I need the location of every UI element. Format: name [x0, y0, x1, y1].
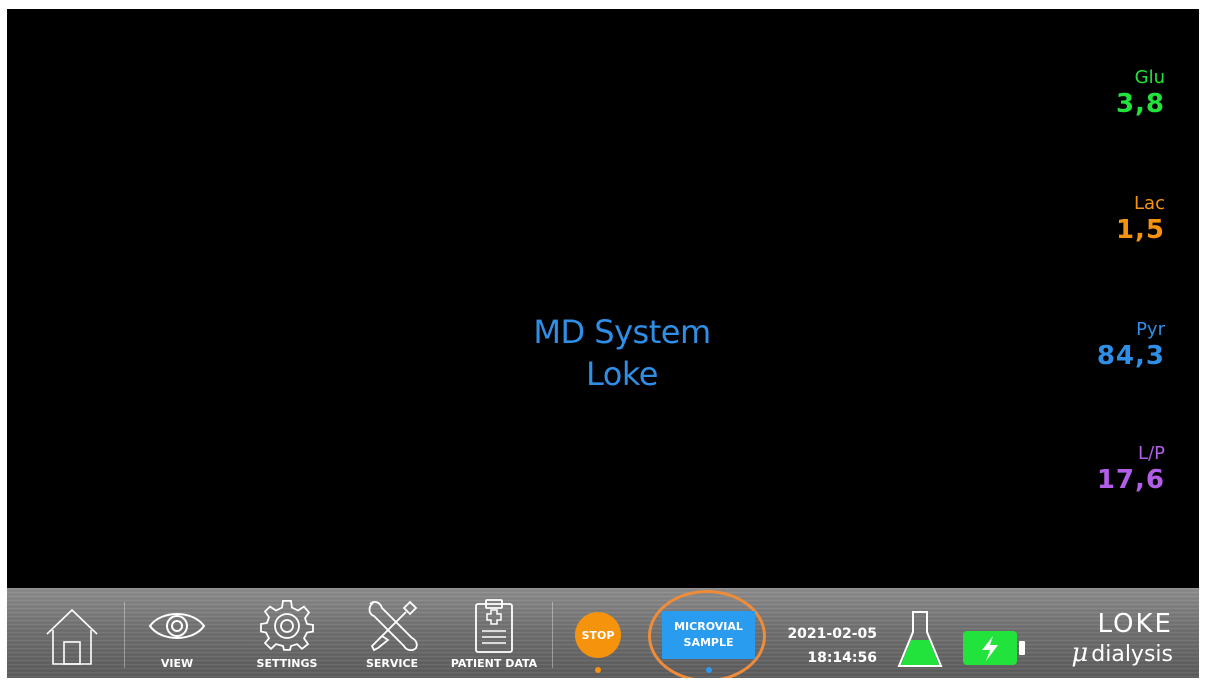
patient-data-button[interactable]: PATIENT DATA [444, 588, 544, 678]
logo-dialysis: dialysis [1091, 642, 1173, 667]
microvial-sample-button[interactable]: MICROVIAL SAMPLE [662, 611, 755, 659]
readout-lp-value: 17,6 [1096, 465, 1165, 495]
microvial-indicator-dot [706, 667, 712, 673]
main-screen: MD System Loke Glu 3,8 Lac 1,5 Pyr 84,3 … [7, 9, 1199, 678]
readout-lac-label: Lac [1134, 193, 1165, 214]
readout-glu-label: Glu [1134, 67, 1165, 88]
readout-lp: L/P 17,6 [1045, 443, 1165, 495]
readout-lp-label: L/P [1138, 443, 1165, 464]
logo-tagline: μ dialysis [1033, 638, 1173, 670]
flask-icon [897, 611, 943, 667]
home-button[interactable] [37, 588, 107, 678]
flask-status[interactable] [895, 588, 945, 678]
home-icon [46, 608, 98, 665]
stop-label: STOP [581, 628, 615, 642]
settings-label: SETTINGS [256, 657, 318, 670]
time-display: 18:14:56 [807, 650, 877, 666]
settings-button[interactable]: SETTINGS [242, 588, 332, 678]
datetime-display: 2021-02-05 18:14:56 [777, 622, 877, 670]
tools-icon [368, 600, 418, 652]
toolbar-separator [124, 602, 125, 668]
view-label: VIEW [160, 657, 194, 670]
battery-charging-icon [963, 631, 1025, 665]
service-button[interactable]: SERVICE [352, 588, 432, 678]
bottom-toolbar: VIEW SETTINGS SERVICE PATIENT DATA STOP … [7, 588, 1199, 678]
microvial-label-line1: MICROVIAL [674, 620, 743, 633]
battery-status [962, 588, 1032, 678]
toolbar-separator [552, 602, 553, 668]
patient-data-label: PATIENT DATA [450, 657, 538, 670]
readout-lac-value: 1,5 [1115, 215, 1165, 245]
readout-glu: Glu 3,8 [1045, 67, 1165, 119]
readout-pyr: Pyr 84,3 [1045, 319, 1165, 371]
microvial-label-line2: SAMPLE [683, 636, 734, 649]
stop-indicator-dot [595, 667, 601, 673]
logo-brand: LOKE [1097, 609, 1173, 639]
system-title: MD System Loke [7, 311, 1199, 395]
logo-mu-symbol: μ [1071, 638, 1089, 668]
service-label: SERVICE [365, 657, 419, 670]
readout-pyr-value: 84,3 [1096, 341, 1165, 371]
system-title-line2: Loke [586, 355, 658, 393]
eye-icon [148, 613, 206, 639]
gear-icon [260, 600, 314, 651]
stop-button[interactable]: STOP [575, 612, 621, 658]
loke-logo: LOKE μ dialysis [1033, 610, 1173, 670]
readout-glu-value: 3,8 [1115, 89, 1165, 119]
view-button[interactable]: VIEW [137, 588, 217, 678]
clipboard-icon [475, 599, 513, 653]
date-display: 2021-02-05 [787, 626, 877, 642]
system-title-line1: MD System [533, 313, 711, 351]
readout-lac: Lac 1,5 [1045, 193, 1165, 245]
readout-pyr-label: Pyr [1136, 319, 1165, 340]
